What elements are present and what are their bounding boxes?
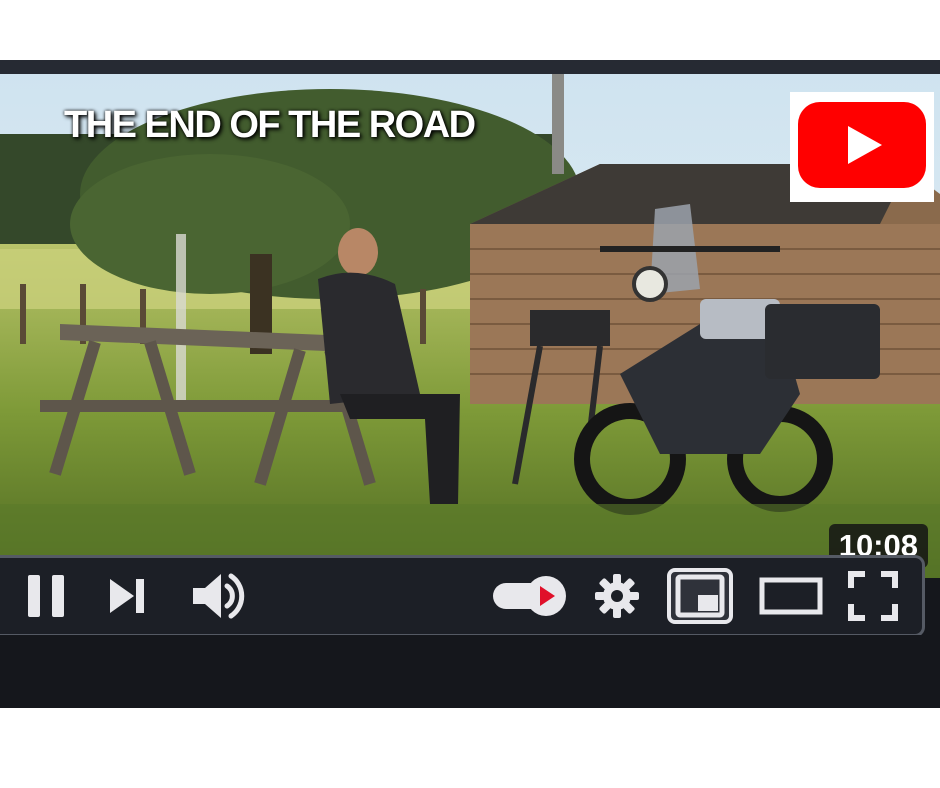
- video-player[interactable]: THE END OF THE ROAD 10:08: [0, 60, 940, 708]
- gear-icon: [595, 574, 639, 618]
- player-controls: [0, 555, 925, 637]
- volume-button[interactable]: [184, 558, 252, 634]
- autoplay-toggle-icon: [493, 576, 566, 616]
- fullscreen-button[interactable]: [842, 558, 904, 634]
- video-frame[interactable]: THE END OF THE ROAD 10:08: [0, 74, 940, 578]
- autoplay-toggle[interactable]: [490, 558, 570, 634]
- fullscreen-icon: [848, 571, 898, 621]
- video-title-overlay: THE END OF THE ROAD: [64, 104, 476, 146]
- pause-icon: [28, 575, 64, 617]
- youtube-logo[interactable]: [790, 92, 934, 202]
- player-bottom-area: [0, 635, 940, 708]
- player-top-border: [0, 60, 940, 74]
- youtube-logo-icon: [798, 102, 926, 188]
- volume-icon: [193, 573, 245, 619]
- next-button[interactable]: [100, 558, 152, 634]
- theater-mode-button[interactable]: [756, 558, 826, 634]
- theater-mode-icon: [759, 577, 823, 615]
- skip-next-icon: [110, 579, 144, 613]
- settings-button[interactable]: [588, 558, 646, 634]
- miniplayer-button[interactable]: [664, 558, 736, 634]
- miniplayer-icon: [667, 568, 733, 624]
- pause-button[interactable]: [20, 558, 72, 634]
